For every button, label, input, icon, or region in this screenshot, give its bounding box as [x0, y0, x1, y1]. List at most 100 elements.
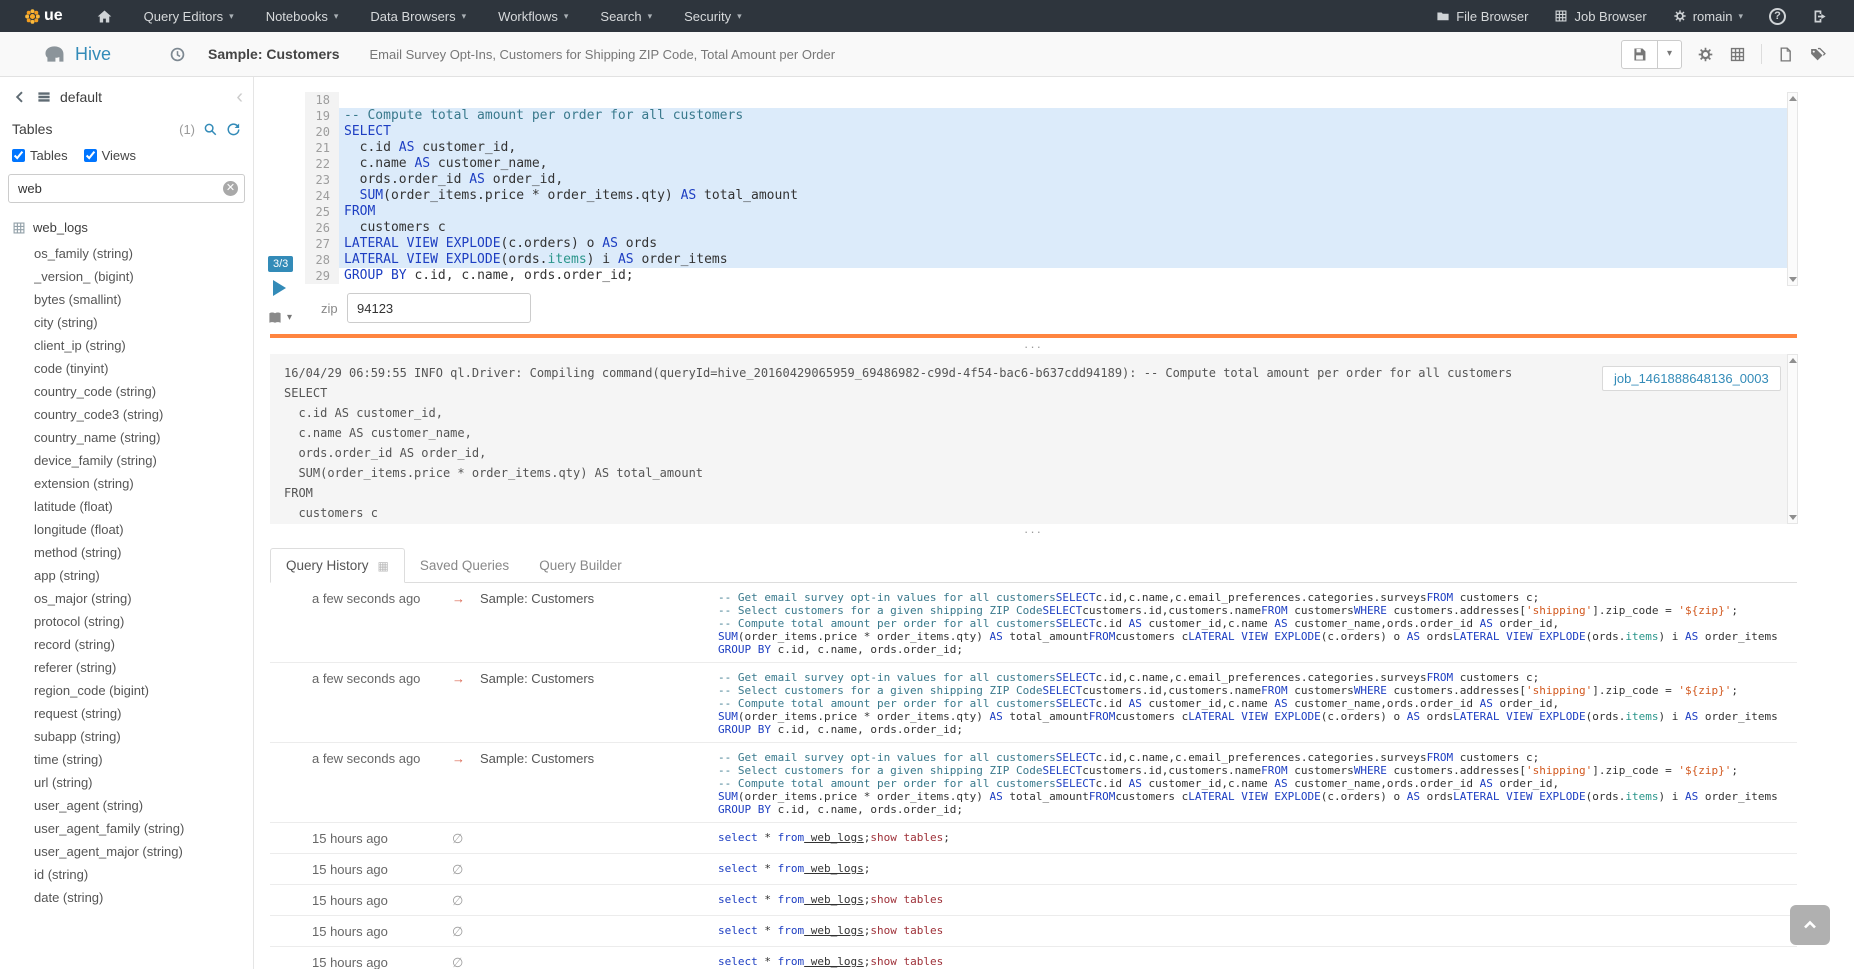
logout-button[interactable] — [1799, 8, 1842, 25]
column-item[interactable]: app (string) — [34, 564, 253, 587]
filter-tables-checkbox[interactable]: Tables — [12, 148, 68, 163]
table-link[interactable]: web_logs — [804, 862, 864, 875]
job-link[interactable]: job_1461888648136_0003 — [1602, 366, 1781, 391]
table-item[interactable]: web_logs — [0, 215, 253, 239]
save-button[interactable] — [1622, 41, 1657, 68]
column-item[interactable]: region_code (bigint) — [34, 679, 253, 702]
user-menu[interactable]: romain ▾ — [1660, 9, 1756, 24]
views-checkbox[interactable] — [84, 149, 97, 162]
app-name: Hive — [75, 44, 111, 65]
history-row[interactable]: a few seconds ago→Sample: Customers-- Ge… — [270, 663, 1797, 743]
menu-search[interactable]: Search▾ — [584, 0, 668, 32]
column-item[interactable]: record (string) — [34, 633, 253, 656]
recent-queries-button[interactable] — [169, 46, 186, 63]
line-number: 19 — [305, 108, 339, 124]
execute-button[interactable] — [273, 280, 286, 296]
tab-query-builder[interactable]: Query Builder — [524, 549, 637, 582]
hue-logo[interactable]: ue — [0, 0, 81, 32]
table-search-input[interactable] — [8, 174, 245, 203]
line-number: 28 — [305, 252, 339, 268]
scroll-top-button[interactable] — [1790, 905, 1830, 945]
hive-app-link[interactable]: Hive — [42, 43, 111, 65]
history-row[interactable]: 15 hours ago∅select * from web_logs;show… — [270, 947, 1797, 969]
clear-search-icon[interactable]: ✕ — [223, 181, 238, 196]
column-item[interactable]: subapp (string) — [34, 725, 253, 748]
column-item[interactable]: city (string) — [34, 311, 253, 334]
column-item[interactable]: request (string) — [34, 702, 253, 725]
scroll-up-arrow[interactable] — [1789, 358, 1797, 363]
table-link[interactable]: web_logs — [804, 831, 864, 844]
history-sql-preview: -- Get email survey opt-in values for al… — [718, 671, 1797, 736]
column-item[interactable]: id (string) — [34, 863, 253, 886]
search-icon[interactable] — [203, 122, 218, 137]
menu-security[interactable]: Security▾ — [668, 0, 758, 32]
log-line: SUM(order_items.price * order_items.qty)… — [284, 463, 1773, 483]
session-button[interactable] — [1729, 46, 1746, 63]
file-browser-link[interactable]: File Browser — [1423, 9, 1541, 24]
history-row[interactable]: a few seconds ago→Sample: Customers-- Ge… — [270, 743, 1797, 823]
scroll-down-arrow[interactable] — [1789, 515, 1797, 520]
filter-views-checkbox[interactable]: Views — [84, 148, 136, 163]
save-options-button[interactable]: ▾ — [1657, 41, 1681, 68]
table-link[interactable]: web_logs — [804, 955, 864, 968]
column-item[interactable]: protocol (string) — [34, 610, 253, 633]
column-item[interactable]: time (string) — [34, 748, 253, 771]
log-resize-handle[interactable]: ··· — [270, 343, 1797, 352]
history-row[interactable]: 15 hours ago∅select * from web_logs;show… — [270, 823, 1797, 854]
settings-button[interactable] — [1697, 46, 1714, 63]
tab-query-history[interactable]: Query History▦ — [270, 548, 405, 583]
home-button[interactable] — [81, 0, 128, 32]
column-item[interactable]: latitude (float) — [34, 495, 253, 518]
history-row[interactable]: 15 hours ago∅select * from web_logs; — [270, 854, 1797, 885]
scroll-down-arrow[interactable] — [1789, 277, 1797, 282]
scroll-up-arrow[interactable] — [1789, 96, 1797, 101]
editor-scrollbar[interactable] — [1787, 92, 1798, 286]
column-item[interactable]: url (string) — [34, 771, 253, 794]
logout-icon — [1812, 8, 1829, 25]
tables-checkbox[interactable] — [12, 149, 25, 162]
column-item[interactable]: user_agent_major (string) — [34, 840, 253, 863]
job-browser-link[interactable]: Job Browser — [1541, 9, 1659, 24]
menu-query-editors[interactable]: Query Editors▾ — [128, 0, 250, 32]
collapse-panel-icon[interactable]: ‹ — [236, 90, 243, 104]
column-item[interactable]: os_family (string) — [34, 242, 253, 265]
column-item[interactable]: extension (string) — [34, 472, 253, 495]
database-name[interactable]: default — [60, 89, 102, 105]
editor-line: 21 c.id AS customer_id, — [305, 140, 1787, 156]
menu-notebooks[interactable]: Notebooks▾ — [250, 0, 355, 32]
column-item[interactable]: longitude (float) — [34, 518, 253, 541]
refresh-icon[interactable] — [226, 122, 241, 137]
help-button[interactable]: ? — [1756, 8, 1799, 25]
caret-down-icon: ▾ — [564, 12, 569, 21]
column-item[interactable]: client_ip (string) — [34, 334, 253, 357]
column-item[interactable]: user_agent_family (string) — [34, 817, 253, 840]
column-item[interactable]: country_code3 (string) — [34, 403, 253, 426]
results-resize-handle[interactable]: ··· — [270, 528, 1797, 537]
column-item[interactable]: method (string) — [34, 541, 253, 564]
column-item[interactable]: code (tinyint) — [34, 357, 253, 380]
history-row[interactable]: 15 hours ago∅select * from web_logs;show… — [270, 885, 1797, 916]
column-item[interactable]: date (string) — [34, 886, 253, 909]
tags-button[interactable] — [1809, 46, 1826, 63]
column-item[interactable]: bytes (smallint) — [34, 288, 253, 311]
table-link[interactable]: web_logs — [804, 893, 864, 906]
column-item[interactable]: _version_ (bigint) — [34, 265, 253, 288]
tab-saved-queries[interactable]: Saved Queries — [405, 549, 524, 582]
table-link[interactable]: web_logs — [804, 924, 864, 937]
history-row[interactable]: a few seconds ago→Sample: Customers-- Ge… — [270, 583, 1797, 663]
history-row[interactable]: 15 hours ago∅select * from web_logs;show… — [270, 916, 1797, 947]
code-editor[interactable]: 1819-- Compute total amount per order fo… — [305, 92, 1787, 284]
menu-data-browsers[interactable]: Data Browsers▾ — [354, 0, 482, 32]
column-item[interactable]: country_name (string) — [34, 426, 253, 449]
column-item[interactable]: referer (string) — [34, 656, 253, 679]
column-item[interactable]: country_code (string) — [34, 380, 253, 403]
column-item[interactable]: os_major (string) — [34, 587, 253, 610]
menu-workflows[interactable]: Workflows▾ — [482, 0, 584, 32]
functions-reference-button[interactable]: ▾ — [266, 310, 292, 326]
column-item[interactable]: device_family (string) — [34, 449, 253, 472]
new-query-button[interactable] — [1777, 46, 1794, 63]
back-button[interactable] — [12, 89, 28, 105]
column-item[interactable]: user_agent (string) — [34, 794, 253, 817]
log-scrollbar[interactable] — [1787, 354, 1798, 524]
variable-input[interactable] — [347, 293, 531, 323]
